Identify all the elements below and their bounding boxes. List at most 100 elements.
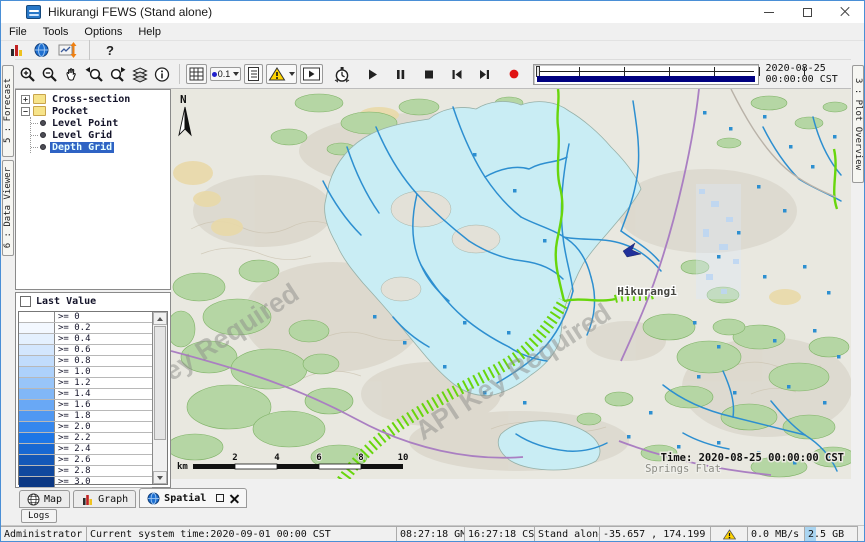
scroll-up-button[interactable] [153, 312, 167, 325]
animation-panel-button[interactable] [300, 64, 323, 84]
minimize-button[interactable] [750, 1, 788, 23]
legend-row[interactable]: >= 1.6 [19, 400, 152, 411]
tree-item-depth-grid[interactable]: Depth Grid [31, 141, 170, 153]
tab-spatial[interactable]: Spatial [139, 488, 247, 508]
collapse-minus-icon[interactable]: − [21, 107, 30, 116]
grid-icon [188, 66, 205, 82]
zoom-next-button[interactable] [106, 64, 129, 85]
detach-panel-icon[interactable] [216, 494, 224, 502]
tab-plot-overview[interactable]: 3 : Plot Overview [852, 65, 864, 183]
menu-file[interactable]: File [1, 26, 35, 38]
legend-row[interactable]: >= 2.6 [19, 455, 152, 466]
bar-chart-icon [8, 42, 25, 58]
node-bullet-icon [40, 120, 46, 126]
legend-row[interactable]: >= 0.6 [19, 345, 152, 356]
legend-row[interactable]: >= 1.0 [19, 367, 152, 378]
menu-tools[interactable]: Tools [35, 26, 77, 38]
animation-settings-button[interactable] [331, 64, 353, 85]
map-canvas[interactable]: Hikurangi Springs Flat API Key Required … [171, 89, 851, 479]
menu-options[interactable]: Options [76, 26, 130, 38]
spatial-map[interactable]: Hikurangi Springs Flat API Key Required … [171, 89, 851, 479]
status-bar: Administrator Current system time:2020-0… [1, 525, 864, 542]
legend-row[interactable]: >= 0.4 [19, 334, 152, 345]
layers-button[interactable] [129, 64, 151, 85]
menu-help[interactable]: Help [130, 26, 169, 38]
pan-button[interactable] [61, 64, 83, 85]
close-panel-icon[interactable] [230, 494, 239, 503]
boxed-play-icon [302, 66, 321, 82]
first-step-button[interactable] [447, 65, 466, 84]
zoom-next-icon [108, 66, 127, 83]
record-button[interactable] [505, 65, 523, 83]
warnings-dropdown[interactable] [266, 64, 297, 84]
help-icon: ? [102, 43, 118, 58]
scrollbar-thumb[interactable] [154, 326, 166, 440]
hand-icon [63, 66, 81, 83]
tab-forecast[interactable]: 5 : Forecast [2, 65, 14, 157]
zoom-previous-button[interactable] [83, 64, 106, 85]
status-mode: Stand alone [534, 526, 600, 542]
legend-row[interactable]: >= 2.0 [19, 422, 152, 433]
tree-item-level-point[interactable]: Level Point [31, 117, 170, 129]
skip-start-icon [449, 67, 464, 82]
svg-text:10: 10 [398, 453, 409, 463]
map-display-button[interactable] [31, 40, 52, 60]
zoom-out-button[interactable] [39, 64, 61, 85]
folder-icon [33, 94, 46, 104]
legend-row[interactable]: >= 0.8 [19, 356, 152, 367]
color-swatch [19, 455, 55, 465]
zoom-in-button[interactable] [17, 64, 39, 85]
legend-row[interactable]: >= 0 [19, 312, 152, 323]
legend-row[interactable]: >= 2.2 [19, 433, 152, 444]
label-hikurangi: Hikurangi [617, 285, 677, 298]
legend-row[interactable]: >= 0.2 [19, 323, 152, 334]
legend-button[interactable] [244, 64, 263, 84]
time-slider-track [538, 71, 753, 72]
scroll-down-button[interactable] [153, 471, 167, 484]
checkbox-icon[interactable] [20, 296, 31, 307]
info-button[interactable] [151, 64, 173, 85]
logs-button[interactable]: Logs [21, 509, 57, 523]
color-swatch [19, 345, 55, 355]
maximize-button[interactable] [788, 1, 826, 23]
stopwatch-icon [333, 66, 351, 83]
legend-row[interactable]: >= 1.8 [19, 411, 152, 422]
data-editor-button[interactable] [56, 40, 79, 60]
legend-row[interactable]: >= 2.8 [19, 466, 152, 477]
legend-row[interactable]: >= 1.4 [19, 389, 152, 400]
grid-display-button[interactable] [186, 64, 207, 84]
layers-tree: + Cross-section − Pocket Level Point Lev… [15, 89, 171, 290]
close-button[interactable] [826, 1, 864, 23]
tree-item-cross-section[interactable]: + Cross-section [16, 93, 170, 105]
close-icon [840, 7, 850, 17]
last-step-button[interactable] [475, 65, 494, 84]
stop-icon [421, 67, 436, 82]
legend-scrollbar[interactable] [152, 312, 167, 484]
legend-list: >= 0 >= 0.2 >= 0.4 >= 0.6 >= 0.8 >= 1.0 … [18, 311, 168, 485]
contour-interval-dropdown[interactable]: 0.1 [210, 67, 242, 81]
stop-button[interactable] [419, 65, 438, 84]
info-icon [153, 66, 171, 83]
tab-data-viewer[interactable]: 6 : Data Viewer [2, 160, 14, 256]
folder-icon [33, 106, 46, 116]
datastore-button[interactable] [6, 40, 27, 60]
svg-text:km: km [177, 462, 188, 472]
tab-map[interactable]: Map [19, 490, 70, 508]
tree-item-level-grid[interactable]: Level Grid [31, 129, 170, 141]
tree-item-pocket[interactable]: − Pocket [16, 105, 170, 117]
expand-plus-icon[interactable]: + [21, 95, 30, 104]
play-button[interactable] [363, 65, 382, 84]
status-warning[interactable] [710, 526, 748, 542]
legend-row[interactable]: >= 3.0 [19, 477, 152, 488]
node-bullet-icon [40, 144, 46, 150]
color-swatch [19, 444, 55, 454]
time-slider[interactable] [533, 64, 758, 85]
help-button[interactable]: ? [100, 41, 120, 60]
legend-row[interactable]: >= 2.4 [19, 444, 152, 455]
legend-row[interactable]: >= 1.2 [19, 378, 152, 389]
legend-panel: Last Value >= 0 >= 0.2 >= 0.4 >= 0.6 >= … [15, 292, 171, 488]
last-value-toggle[interactable]: Last Value [16, 293, 170, 309]
pause-button[interactable] [391, 65, 410, 84]
tab-graph[interactable]: Graph [73, 490, 136, 508]
main-toolbar: ? [1, 41, 864, 60]
